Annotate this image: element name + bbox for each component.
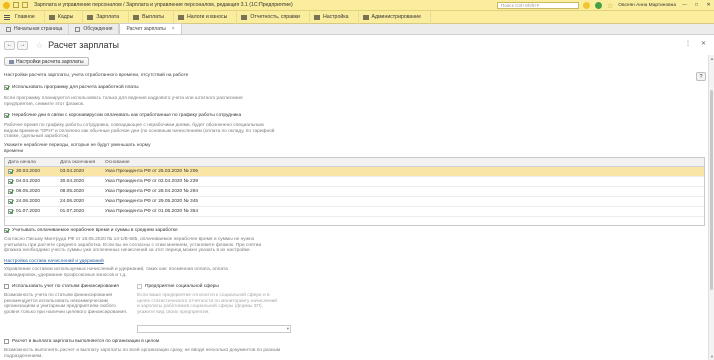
salary-settings-button[interactable]: Настройки расчета зарплаты: [4, 57, 89, 66]
menu-salary[interactable]: Зарплата: [83, 10, 130, 24]
scroll-thumb[interactable]: [710, 90, 713, 290]
accruals-settings-link[interactable]: Настройка состава начислений и удержаний: [4, 259, 104, 265]
chat-icon: [75, 26, 81, 32]
page-title: Расчет зарплаты: [48, 40, 119, 50]
chevron-down-icon: ▾: [286, 326, 289, 331]
back-button[interactable]: ←: [4, 40, 15, 50]
avg-earnings-hint: Согласно Письму Минтруда РФ от 18.05.202…: [4, 237, 262, 254]
financing-hint: Возможность учета по статьям финансирова…: [4, 293, 128, 315]
favorite-star-icon[interactable]: ☆: [36, 41, 43, 50]
use-program-hint: Если программу планируется использовать …: [4, 96, 243, 107]
app-logo-icon: [3, 1, 10, 9]
forward-button[interactable]: →: [17, 40, 28, 50]
title-bar: Зарплата и управление персоналом / Зарпл…: [0, 0, 714, 11]
row-checkbox[interactable]: [8, 189, 13, 194]
accruals-hint: Управление составом используемых начисле…: [4, 267, 228, 278]
avg-earnings-checkbox[interactable]: Учитывать оплачиваемое нерабочее время и…: [4, 228, 178, 233]
scroll-down-icon[interactable]: ▼: [709, 354, 714, 359]
nonworking-periods-table: Дата начала Дата окончания Основание 30.…: [4, 157, 705, 226]
column-basis[interactable]: Основание: [102, 160, 704, 165]
table-row[interactable]: 01.07.2020 01.07.2020 Указ Президента РФ…: [5, 207, 704, 217]
social-sphere-hint: Если ваше предприятие относится к социал…: [137, 293, 277, 315]
maximize-button[interactable]: □: [693, 3, 700, 8]
org-payment-hint: Возможность выполнять расчет и выплату з…: [4, 348, 281, 359]
column-start-date[interactable]: Дата начала: [5, 160, 57, 165]
table-header: Дата начала Дата окончания Основание: [5, 158, 704, 167]
checkbox-icon: [4, 228, 9, 233]
help-button[interactable]: ?: [696, 72, 706, 81]
org-payment-checkbox[interactable]: Расчет и выплата зарплаты выполняется по…: [4, 339, 159, 344]
checkbox-icon: [4, 339, 9, 344]
menu-icon: [4, 14, 10, 20]
checkbox-icon: [137, 284, 142, 289]
intro-text: Настройки расчета зарплаты, учета отрабо…: [4, 73, 189, 78]
menu-hr[interactable]: Кадры: [45, 10, 84, 24]
checkbox-icon: [4, 113, 9, 118]
table-row[interactable]: 30.03.2020 03.04.2020 Указ Президента РФ…: [5, 167, 704, 177]
percent-icon: [178, 14, 185, 20]
report-icon: [241, 14, 248, 20]
home-icon: [6, 26, 11, 32]
row-checkbox[interactable]: [8, 169, 13, 174]
column-end-date[interactable]: Дата окончания: [57, 160, 102, 165]
close-form-icon[interactable]: ✕: [701, 40, 706, 47]
minimize-button[interactable]: —: [681, 3, 688, 8]
wallet-icon: [133, 14, 140, 20]
history-icon[interactable]: [595, 2, 602, 9]
window-menu-icon[interactable]: [13, 2, 19, 8]
row-checkbox[interactable]: [8, 199, 13, 204]
social-sphere-checkbox[interactable]: Предприятие социальной сферы: [137, 284, 219, 289]
menu-taxes[interactable]: Налоги и взносы: [174, 10, 238, 24]
notifications-icon[interactable]: [583, 2, 590, 9]
close-window-button[interactable]: ✕: [705, 3, 712, 8]
settings-doc-icon: [9, 59, 14, 64]
row-checkbox[interactable]: [8, 209, 13, 214]
open-tabs: Начальная страница Обсуждения Расчет зар…: [0, 23, 714, 35]
more-actions-icon[interactable]: ⋮: [685, 40, 691, 47]
people-icon: [48, 14, 55, 20]
user-name[interactable]: Овсеян Анна Мартиновна: [618, 3, 676, 8]
checkbox-icon: [4, 85, 9, 90]
menu-main[interactable]: Главное: [0, 10, 45, 24]
menu-admin[interactable]: Администрирование: [359, 10, 431, 24]
table-row[interactable]: 24.06.2020 24.06.2020 Указ Президента РФ…: [5, 197, 704, 207]
gear-icon: [313, 14, 320, 20]
social-sphere-select[interactable]: ▾: [137, 325, 291, 333]
use-program-checkbox[interactable]: Использовать программу для расчета зараб…: [4, 85, 139, 90]
financing-checkbox[interactable]: Использовать учет по статьям финансирова…: [4, 284, 119, 289]
calculator-icon: [87, 14, 94, 20]
tab-salary-calc[interactable]: Расчет зарплаты ×: [119, 23, 182, 34]
form-header: ← → ☆ Расчет зарплаты ⋮ ✕: [0, 36, 714, 54]
nonworking-days-hint: Рабочее время по графику работы сотрудни…: [4, 123, 275, 140]
tab-discussions[interactable]: Обсуждения: [69, 24, 120, 34]
window-title: Зарплата и управление персоналом / Зарпл…: [34, 2, 293, 8]
menu-reports[interactable]: Отчетность, справки: [237, 10, 310, 24]
form-scrollbar[interactable]: ▲ ▼: [708, 55, 714, 360]
scroll-up-icon[interactable]: ▲: [709, 56, 714, 61]
periods-note: Укажите нерабочие периоды, которые не бу…: [4, 143, 151, 154]
row-checkbox[interactable]: [8, 179, 13, 184]
form-content: Настройки расчета зарплаты Настройки рас…: [0, 55, 708, 360]
apps-icon[interactable]: [22, 2, 28, 8]
favorites-icon[interactable]: ☆: [607, 2, 613, 10]
table-row[interactable]: 06.05.2020 08.05.2020 Указ Президента РФ…: [5, 187, 704, 197]
section-menu: Главное Кадры Зарплата Выплаты Налоги и …: [0, 10, 714, 24]
table-row[interactable]: 04.04.2020 30.04.2020 Указ Президента РФ…: [5, 177, 704, 187]
tab-home[interactable]: Начальная страница: [0, 24, 70, 34]
checkbox-icon: [4, 284, 9, 289]
menu-payments[interactable]: Выплаты: [129, 10, 175, 24]
admin-icon: [362, 14, 369, 20]
close-tab-icon[interactable]: ×: [172, 26, 175, 32]
nonworking-days-checkbox[interactable]: Нерабочие дни в связи с коронавирусом оп…: [4, 113, 241, 118]
global-search-input[interactable]: Поиск Ctrl+Shift+F: [497, 2, 579, 9]
menu-settings[interactable]: Настройка: [310, 10, 359, 24]
